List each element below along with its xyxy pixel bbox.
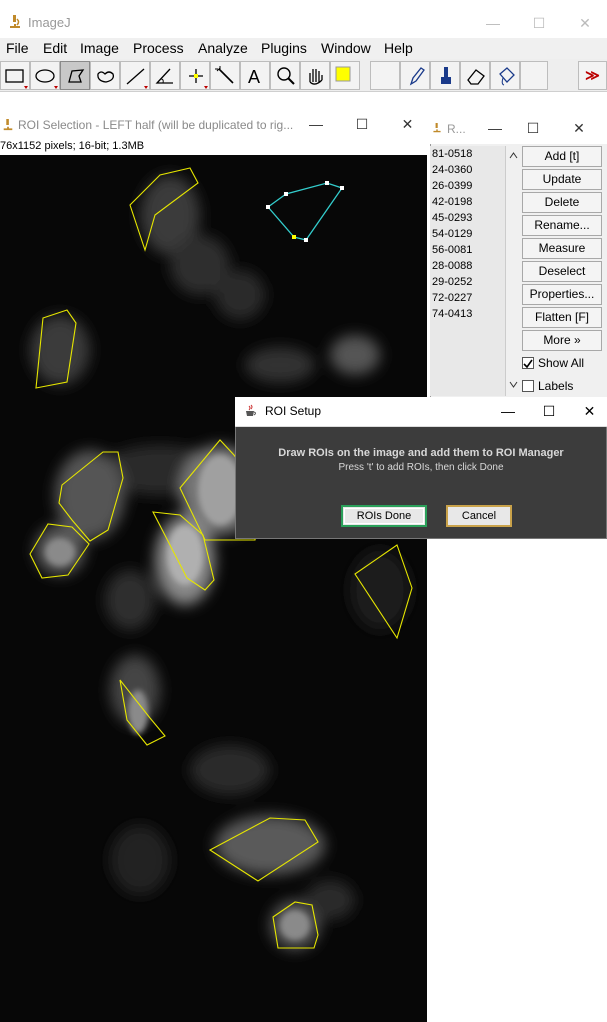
menu-image[interactable]: Image	[80, 40, 119, 56]
dialog-minimize-button[interactable]: —	[485, 397, 531, 425]
roi-manager-title: R...	[447, 122, 466, 136]
roi-manager-icon	[432, 121, 442, 138]
brush-tool[interactable]	[430, 61, 460, 90]
roi-list-item[interactable]: 24-0360	[432, 164, 472, 176]
roi-measure-button[interactable]: Measure	[522, 238, 602, 259]
roi-list[interactable]: 81-0518 24-0360 26-0399 42-0198 45-0293 …	[430, 146, 505, 396]
roi-list-item[interactable]: 81-0518	[432, 148, 472, 160]
roi-maximize-button[interactable]: ☐	[510, 114, 556, 142]
roi-rename-button[interactable]: Rename...	[522, 215, 602, 236]
image-close-button[interactable]: ✕	[385, 110, 430, 138]
menu-window[interactable]: Window	[321, 40, 371, 56]
text-tool[interactable]: A	[240, 61, 270, 90]
java-cup-icon	[243, 403, 259, 422]
roi-deselect-button[interactable]: Deselect	[522, 261, 602, 282]
roi-more-button[interactable]: More »	[522, 330, 602, 351]
hand-tool[interactable]	[300, 61, 330, 90]
polygon-tool[interactable]	[60, 61, 90, 90]
roi-list-scrollbar[interactable]	[505, 146, 520, 396]
roi-list-item[interactable]: 54-0129	[432, 228, 472, 240]
pencil-tool[interactable]	[400, 61, 430, 90]
rectangle-tool[interactable]	[0, 61, 30, 90]
dialog-message: Draw ROIs on the image and add them to R…	[278, 447, 564, 459]
dialog-maximize-button[interactable]: ☐	[526, 397, 572, 425]
scroll-up-arrow-icon[interactable]	[509, 152, 518, 159]
wand-tool[interactable]	[210, 61, 240, 90]
eraser-tool[interactable]	[460, 61, 490, 90]
image-minimize-button[interactable]: —	[293, 110, 339, 138]
roi-delete-button[interactable]: Delete	[522, 192, 602, 213]
menu-edit[interactable]: Edit	[43, 40, 67, 56]
imagej-microscope-icon	[8, 14, 22, 30]
show-all-label: Show All	[538, 356, 585, 370]
labels-checkbox[interactable]	[522, 380, 534, 392]
dialog-title: ROI Setup	[265, 404, 322, 418]
dialog-submessage: Press 't' to add ROIs, then click Done	[338, 462, 504, 473]
line-tool[interactable]	[120, 61, 150, 90]
svg-text:A: A	[248, 67, 260, 87]
rois-done-button[interactable]: ROIs Done	[341, 505, 427, 527]
menu-analyze[interactable]: Analyze	[198, 40, 248, 56]
color-picker[interactable]	[330, 61, 360, 90]
cancel-button[interactable]: Cancel	[446, 505, 512, 527]
menu-process[interactable]: Process	[133, 40, 184, 56]
image-info-line: 76x1152 pixels; 16-bit; 1.3MB	[0, 140, 145, 152]
angle-tool[interactable]	[150, 61, 180, 90]
menu-plugins[interactable]: Plugins	[261, 40, 307, 56]
oval-tool[interactable]	[30, 61, 60, 90]
magnifier-tool[interactable]	[270, 61, 300, 90]
roi-list-item[interactable]: 45-0293	[432, 212, 472, 224]
main-window-title: ImageJ	[28, 15, 71, 30]
roi-list-item[interactable]: 56-0081	[432, 244, 472, 256]
roi-update-button[interactable]: Update	[522, 169, 602, 190]
roi-list-item[interactable]: 29-0252	[432, 276, 472, 288]
flood-fill-tool[interactable]	[490, 61, 520, 90]
roi-add-button[interactable]: Add [t]	[522, 146, 602, 167]
labels-label: Labels	[538, 379, 574, 393]
active-roi[interactable]	[266, 181, 344, 242]
roi-close-button[interactable]: ✕	[556, 114, 602, 142]
roi-list-item[interactable]: 72-0227	[432, 292, 472, 304]
roi-properties-button[interactable]: Properties...	[522, 284, 602, 305]
image-window-title: ROI Selection - LEFT half (will be dupli…	[18, 118, 294, 132]
toolbar: A ≫	[0, 59, 607, 92]
image-window-icon	[2, 118, 14, 135]
roi-list-item[interactable]: 28-0088	[432, 260, 472, 272]
dialog-close-button[interactable]: ✕	[572, 397, 607, 425]
menubar: File Edit Image Process Analyze Plugins …	[0, 38, 607, 59]
scroll-down-arrow-icon[interactable]	[509, 381, 518, 388]
empty-tool-slot	[520, 61, 548, 90]
menu-help[interactable]: Help	[384, 40, 413, 56]
freehand-tool[interactable]	[90, 61, 120, 90]
main-minimize-button[interactable]: —	[470, 8, 516, 38]
empty-tool-slot	[370, 61, 400, 90]
menu-file[interactable]: File	[6, 40, 29, 56]
roi-flatten-button[interactable]: Flatten [F]	[522, 307, 602, 328]
roi-list-item[interactable]: 26-0399	[432, 180, 472, 192]
roi-list-item[interactable]: 42-0198	[432, 196, 472, 208]
point-tool[interactable]	[180, 61, 210, 90]
more-tools-button[interactable]: ≫	[578, 61, 607, 90]
roi-list-item[interactable]: 74-0413	[432, 308, 472, 320]
main-close-button[interactable]: ✕	[562, 8, 607, 38]
show-all-checkbox[interactable]	[522, 357, 534, 369]
main-maximize-button[interactable]: ☐	[516, 8, 562, 38]
image-maximize-button[interactable]: ☐	[339, 110, 385, 138]
image-canvas[interactable]	[0, 155, 427, 1022]
